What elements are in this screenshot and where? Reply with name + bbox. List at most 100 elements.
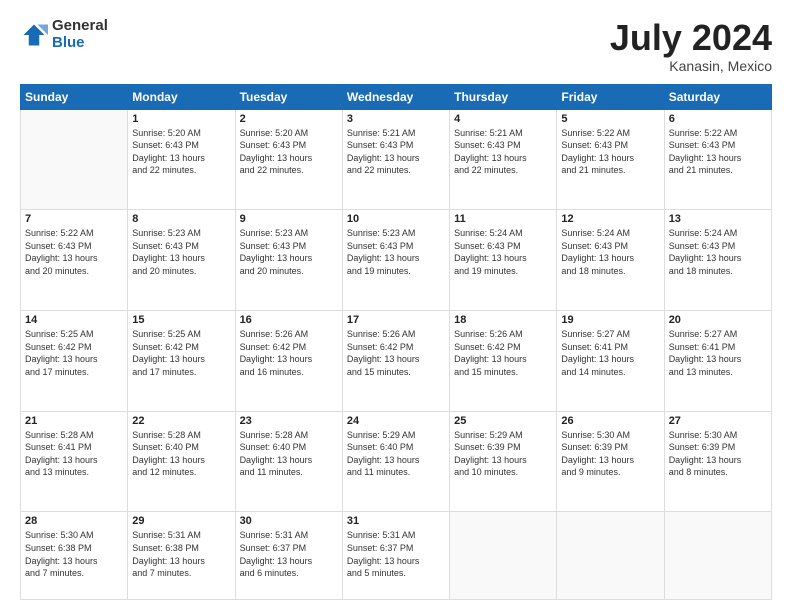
day-number: 21 xyxy=(25,415,123,427)
day-number: 11 xyxy=(454,213,552,225)
day-info: Sunrise: 5:23 AMSunset: 6:43 PMDaylight:… xyxy=(132,227,230,277)
day-number: 9 xyxy=(240,213,338,225)
day-number: 31 xyxy=(347,515,445,527)
calendar-cell: 15 Sunrise: 5:25 AMSunset: 6:42 PMDayligh… xyxy=(128,310,235,411)
day-number: 30 xyxy=(240,515,338,527)
day-info: Sunrise: 5:22 AMSunset: 6:43 PMDaylight:… xyxy=(561,127,659,177)
day-info: Sunrise: 5:21 AMSunset: 6:43 PMDaylight:… xyxy=(347,127,445,177)
day-info: Sunrise: 5:24 AMSunset: 6:43 PMDaylight:… xyxy=(669,227,767,277)
logo-blue: Blue xyxy=(52,35,108,52)
day-number: 5 xyxy=(561,113,659,125)
weekday-header-wednesday: Wednesday xyxy=(342,84,449,109)
calendar-cell: 14Sunrise: 5:25 AMSunset: 6:42 PMDayligh… xyxy=(21,310,128,411)
day-info: Sunrise: 5:28 AMSunset: 6:40 PMDaylight:… xyxy=(240,429,338,479)
day-info: Sunrise: 5:20 AMSunset: 6:43 PMDaylight:… xyxy=(132,127,230,177)
week-row-2: 7 Sunrise: 5:22 AMSunset: 6:43 PMDaylight… xyxy=(21,210,772,311)
page-header: General Blue July 2024 Kanasin, Mexico xyxy=(20,18,772,74)
day-info: Sunrise: 5:29 AMSunset: 6:40 PMDaylight:… xyxy=(347,429,445,479)
day-info: Sunrise: 5:29 AMSunset: 6:39 PMDaylight:… xyxy=(454,429,552,479)
day-number: 6 xyxy=(669,113,767,125)
day-info: Sunrise: 5:20 AMSunset: 6:43 PMDaylight:… xyxy=(240,127,338,177)
day-info: Sunrise: 5:25 AMSunset: 6:42 PMDaylight:… xyxy=(25,328,123,378)
weekday-header-tuesday: Tuesday xyxy=(235,84,342,109)
day-number: 23 xyxy=(240,415,338,427)
calendar-cell: 2Sunrise: 5:20 AMSunset: 6:43 PMDaylight… xyxy=(235,109,342,210)
calendar-cell: 7 Sunrise: 5:22 AMSunset: 6:43 PMDaylight… xyxy=(21,210,128,311)
day-number: 16 xyxy=(240,314,338,326)
day-info: Sunrise: 5:26 AMSunset: 6:42 PMDaylight:… xyxy=(240,328,338,378)
logo-general: General xyxy=(52,18,108,35)
day-number: 22 xyxy=(132,415,230,427)
day-info: Sunrise: 5:25 AMSunset: 6:42 PMDaylight:… xyxy=(132,328,230,378)
day-info: Sunrise: 5:31 AMSunset: 6:38 PMDaylight:… xyxy=(132,529,230,579)
day-info: Sunrise: 5:24 AMSunset: 6:43 PMDaylight:… xyxy=(454,227,552,277)
day-info: Sunrise: 5:28 AMSunset: 6:41 PMDaylight:… xyxy=(25,429,123,479)
calendar-cell: 31 Sunrise: 5:31 AMSunset: 6:37 PMDayligh… xyxy=(342,512,449,600)
day-number: 13 xyxy=(669,213,767,225)
calendar-cell: 30 Sunrise: 5:31 AMSunset: 6:37 PMDayligh… xyxy=(235,512,342,600)
calendar-cell: 21 Sunrise: 5:28 AMSunset: 6:41 PMDayligh… xyxy=(21,411,128,512)
calendar-cell: 29 Sunrise: 5:31 AMSunset: 6:38 PMDayligh… xyxy=(128,512,235,600)
calendar-cell: 26 Sunrise: 5:30 AMSunset: 6:39 PMDayligh… xyxy=(557,411,664,512)
day-number: 24 xyxy=(347,415,445,427)
day-info: Sunrise: 5:31 AMSunset: 6:37 PMDaylight:… xyxy=(240,529,338,579)
day-number: 1 xyxy=(132,113,230,125)
calendar-location: Kanasin, Mexico xyxy=(610,58,772,74)
weekday-header-thursday: Thursday xyxy=(450,84,557,109)
day-info: Sunrise: 5:30 AMSunset: 6:39 PMDaylight:… xyxy=(561,429,659,479)
calendar-cell: 24 Sunrise: 5:29 AMSunset: 6:40 PMDayligh… xyxy=(342,411,449,512)
calendar-cell: 28Sunrise: 5:30 AMSunset: 6:38 PMDayligh… xyxy=(21,512,128,600)
calendar-cell: 22 Sunrise: 5:28 AMSunset: 6:40 PMDayligh… xyxy=(128,411,235,512)
day-number: 8 xyxy=(132,213,230,225)
calendar-cell: 19 Sunrise: 5:27 AMSunset: 6:41 PMDayligh… xyxy=(557,310,664,411)
calendar-cell: 18 Sunrise: 5:26 AMSunset: 6:42 PMDayligh… xyxy=(450,310,557,411)
day-number: 3 xyxy=(347,113,445,125)
day-info: Sunrise: 5:27 AMSunset: 6:41 PMDaylight:… xyxy=(669,328,767,378)
day-number: 17 xyxy=(347,314,445,326)
calendar-cell: 17 Sunrise: 5:26 AMSunset: 6:42 PMDayligh… xyxy=(342,310,449,411)
calendar-cell: 27Sunrise: 5:30 AMSunset: 6:39 PMDayligh… xyxy=(664,411,771,512)
calendar-cell: 6 Sunrise: 5:22 AMSunset: 6:43 PMDaylight… xyxy=(664,109,771,210)
calendar-cell: 20 Sunrise: 5:27 AMSunset: 6:41 PMDayligh… xyxy=(664,310,771,411)
weekday-header-row: SundayMondayTuesdayWednesdayThursdayFrid… xyxy=(21,84,772,109)
calendar-cell: 25 Sunrise: 5:29 AMSunset: 6:39 PMDayligh… xyxy=(450,411,557,512)
day-number: 10 xyxy=(347,213,445,225)
day-info: Sunrise: 5:26 AMSunset: 6:42 PMDaylight:… xyxy=(347,328,445,378)
day-number: 20 xyxy=(669,314,767,326)
calendar-cell: 12Sunrise: 5:24 AMSunset: 6:43 PMDayligh… xyxy=(557,210,664,311)
day-number: 29 xyxy=(132,515,230,527)
day-info: Sunrise: 5:22 AMSunset: 6:43 PMDaylight:… xyxy=(25,227,123,277)
calendar-cell xyxy=(450,512,557,600)
day-info: Sunrise: 5:23 AMSunset: 6:43 PMDaylight:… xyxy=(240,227,338,277)
day-number: 7 xyxy=(25,213,123,225)
calendar-cell xyxy=(557,512,664,600)
calendar-table: SundayMondayTuesdayWednesdayThursdayFrid… xyxy=(20,84,772,600)
weekday-header-sunday: Sunday xyxy=(21,84,128,109)
day-info: Sunrise: 5:26 AMSunset: 6:42 PMDaylight:… xyxy=(454,328,552,378)
day-info: Sunrise: 5:27 AMSunset: 6:41 PMDaylight:… xyxy=(561,328,659,378)
calendar-cell xyxy=(21,109,128,210)
day-info: Sunrise: 5:21 AMSunset: 6:43 PMDaylight:… xyxy=(454,127,552,177)
day-info: Sunrise: 5:28 AMSunset: 6:40 PMDaylight:… xyxy=(132,429,230,479)
day-number: 19 xyxy=(561,314,659,326)
calendar-cell: 3 Sunrise: 5:21 AMSunset: 6:43 PMDaylight… xyxy=(342,109,449,210)
day-info: Sunrise: 5:22 AMSunset: 6:43 PMDaylight:… xyxy=(669,127,767,177)
weekday-header-friday: Friday xyxy=(557,84,664,109)
calendar-cell: 13 Sunrise: 5:24 AMSunset: 6:43 PMDayligh… xyxy=(664,210,771,311)
day-number: 15 xyxy=(132,314,230,326)
week-row-1: 1 Sunrise: 5:20 AMSunset: 6:43 PMDaylight… xyxy=(21,109,772,210)
day-number: 18 xyxy=(454,314,552,326)
week-row-3: 14Sunrise: 5:25 AMSunset: 6:42 PMDayligh… xyxy=(21,310,772,411)
day-number: 25 xyxy=(454,415,552,427)
day-number: 28 xyxy=(25,515,123,527)
calendar-cell: 4Sunrise: 5:21 AMSunset: 6:43 PMDaylight… xyxy=(450,109,557,210)
calendar-cell: 16 Sunrise: 5:26 AMSunset: 6:42 PMDayligh… xyxy=(235,310,342,411)
calendar-page: General Blue July 2024 Kanasin, Mexico S… xyxy=(0,0,792,612)
calendar-cell: 5 Sunrise: 5:22 AMSunset: 6:43 PMDaylight… xyxy=(557,109,664,210)
calendar-cell: 11 Sunrise: 5:24 AMSunset: 6:43 PMDayligh… xyxy=(450,210,557,311)
day-number: 26 xyxy=(561,415,659,427)
calendar-cell xyxy=(664,512,771,600)
day-info: Sunrise: 5:31 AMSunset: 6:37 PMDaylight:… xyxy=(347,529,445,579)
week-row-5: 28Sunrise: 5:30 AMSunset: 6:38 PMDayligh… xyxy=(21,512,772,600)
title-block: July 2024 Kanasin, Mexico xyxy=(610,18,772,74)
